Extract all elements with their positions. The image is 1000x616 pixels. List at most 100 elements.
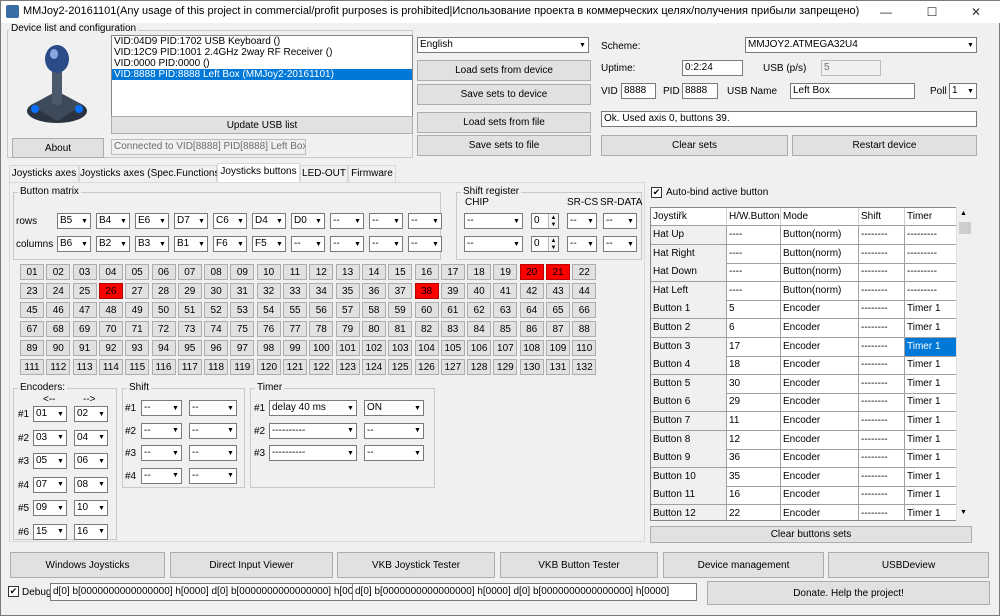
column-header-joystick[interactable]: Joystiřk xyxy=(651,208,727,226)
chip-select-2[interactable]: -- ▼ xyxy=(464,236,523,252)
timer-state-select[interactable]: -- ▼ xyxy=(364,445,424,461)
auto-bind-checkbox[interactable]: ✔ xyxy=(651,187,662,198)
chip-count-stepper-1[interactable]: 0 ▲ ▼ xyxy=(531,213,559,229)
table-cell[interactable]: ---- xyxy=(727,244,781,264)
table-cell[interactable]: --------- xyxy=(905,244,957,264)
table-cell[interactable]: 29 xyxy=(727,393,781,413)
matrix-column-select[interactable]: -- ▼ xyxy=(369,236,403,252)
encoder-a-select[interactable]: 09 ▼ xyxy=(33,500,67,516)
device-list-item[interactable]: VID:04D9 PID:1702 USB Keyboard () xyxy=(112,36,412,47)
table-cell[interactable]: 5 xyxy=(727,300,781,320)
shift-b-select[interactable]: -- ▼ xyxy=(189,422,237,439)
table-cell[interactable]: -------- xyxy=(859,226,905,245)
table-row-header[interactable]: Button 5 xyxy=(651,374,727,394)
table-cell[interactable]: -------- xyxy=(859,319,905,338)
save-sets-to-device-button[interactable]: Save sets to device xyxy=(417,84,591,105)
shift-b-select[interactable]: -- ▼ xyxy=(189,445,237,461)
matrix-row-select[interactable]: D4 ▼ xyxy=(252,213,286,229)
tab-led-out[interactable]: LED-OUT xyxy=(300,165,348,182)
sr-data-select-2[interactable]: -- ▼ xyxy=(603,236,637,252)
scrollbar-thumb[interactable] xyxy=(959,222,971,234)
table-cell[interactable]: Encoder xyxy=(781,430,859,450)
device-list-item[interactable]: VID:12C9 PID:1001 2.4GHz 2way RF Receive… xyxy=(112,47,412,58)
table-cell[interactable]: -------- xyxy=(859,337,905,357)
sr-cs-select-2[interactable]: -- ▼ xyxy=(567,236,597,252)
table-cell[interactable]: Timer 1 xyxy=(905,319,957,338)
encoder-b-select[interactable]: 08 ▼ xyxy=(74,476,108,493)
table-cell[interactable]: Timer 1 xyxy=(905,337,957,357)
shift-b-select[interactable]: -- ▼ xyxy=(189,467,237,484)
encoder-a-select[interactable]: 01 ▼ xyxy=(33,406,67,422)
matrix-column-select[interactable]: B2 ▼ xyxy=(96,236,130,252)
table-cell[interactable]: ---- xyxy=(727,281,781,301)
sr-cs-select-1[interactable]: -- ▼ xyxy=(567,213,597,229)
table-cell[interactable]: 30 xyxy=(727,374,781,394)
table-cell[interactable]: Encoder xyxy=(781,374,859,394)
matrix-row-select[interactable]: D7 ▼ xyxy=(174,213,208,229)
matrix-row-select[interactable]: -- ▼ xyxy=(330,213,364,229)
arrow-down-icon[interactable]: ▼ xyxy=(548,221,558,228)
table-cell[interactable]: Timer 1 xyxy=(905,449,957,469)
shift-a-select[interactable]: -- ▼ xyxy=(141,467,182,484)
windows-joysticks-button[interactable]: Windows Joysticks xyxy=(10,552,165,578)
table-cell[interactable]: -------- xyxy=(859,467,905,487)
table-cell[interactable]: 17 xyxy=(727,337,781,357)
table-cell[interactable]: -------- xyxy=(859,486,905,506)
encoder-a-select[interactable]: 15 ▼ xyxy=(33,523,67,540)
table-row-header[interactable]: Hat Right xyxy=(651,244,727,264)
matrix-column-select[interactable]: -- ▼ xyxy=(408,236,442,252)
table-row-header[interactable]: Button 1 xyxy=(651,300,727,320)
table-cell[interactable]: Encoder xyxy=(781,486,859,506)
table-cell[interactable]: -------- xyxy=(859,374,905,394)
timer-delay-select[interactable]: ---------- ▼ xyxy=(269,422,357,439)
table-cell[interactable]: Timer 1 xyxy=(905,486,957,506)
title-bar[interactable]: MMJoy2-20161101(Any usage of this projec… xyxy=(1,1,1000,23)
table-row-header[interactable]: Button 4 xyxy=(651,356,727,376)
table-row-header[interactable]: Button 2 xyxy=(651,319,727,338)
language-select[interactable]: English ▼ xyxy=(417,37,589,53)
scroll-up-icon[interactable]: ▲ xyxy=(960,210,967,217)
arrow-up-icon[interactable]: ▲ xyxy=(548,214,558,221)
table-cell[interactable]: -------- xyxy=(859,281,905,301)
column-header-shift[interactable]: Shift xyxy=(859,208,905,226)
encoder-a-select[interactable]: 07 ▼ xyxy=(33,476,67,493)
shift-a-select[interactable]: -- ▼ xyxy=(141,400,182,416)
close-button[interactable]: ✕ xyxy=(953,1,999,23)
table-cell[interactable]: Encoder xyxy=(781,319,859,338)
vkb-button-tester-button[interactable]: VKB Button Tester xyxy=(500,552,658,578)
table-cell[interactable]: -------- xyxy=(859,505,905,520)
table-cell[interactable]: --------- xyxy=(905,263,957,283)
matrix-row-select[interactable]: B5 ▼ xyxy=(57,213,91,229)
table-cell[interactable]: -------- xyxy=(859,300,905,320)
poll-select[interactable]: 1 ▼ xyxy=(949,83,977,99)
maximize-button[interactable]: ☐ xyxy=(909,1,955,23)
table-cell[interactable]: ---- xyxy=(727,263,781,283)
encoder-b-select[interactable]: 16 ▼ xyxy=(74,523,108,540)
table-cell[interactable]: Timer 1 xyxy=(905,356,957,376)
table-cell[interactable]: -------- xyxy=(859,393,905,413)
donate-button[interactable]: Donate. Help the project! xyxy=(707,581,990,605)
scroll-down-icon[interactable]: ▼ xyxy=(960,509,967,516)
encoder-b-select[interactable]: 02 ▼ xyxy=(74,406,108,422)
chip-select-1[interactable]: -- ▼ xyxy=(464,213,523,229)
vid-field[interactable]: 8888 xyxy=(621,83,656,99)
clear-buttons-sets-button[interactable]: Clear buttons sets xyxy=(650,526,972,543)
table-scrollbar[interactable]: ▲ ▼ xyxy=(956,207,972,521)
table-cell[interactable]: Button(norm) xyxy=(781,244,859,264)
column-header-timer[interactable]: Timer xyxy=(905,208,957,226)
table-cell[interactable]: 36 xyxy=(727,449,781,469)
table-cell[interactable]: -------- xyxy=(859,449,905,469)
restart-device-button[interactable]: Restart device xyxy=(792,135,977,156)
table-cell[interactable]: Encoder xyxy=(781,356,859,376)
table-cell[interactable]: Encoder xyxy=(781,300,859,320)
table-cell[interactable]: Button(norm) xyxy=(781,281,859,301)
save-sets-to-file-button[interactable]: Save sets to file xyxy=(417,135,591,156)
table-row-header[interactable]: Button 8 xyxy=(651,430,727,450)
arrow-down-icon[interactable]: ▼ xyxy=(548,244,558,251)
table-cell[interactable]: 16 xyxy=(727,486,781,506)
matrix-row-select[interactable]: C6 ▼ xyxy=(213,213,247,229)
debug-checkbox[interactable]: ✔ xyxy=(8,586,19,597)
table-cell[interactable]: Encoder xyxy=(781,505,859,520)
matrix-row-select[interactable]: D0 ▼ xyxy=(291,213,325,229)
timer-state-select[interactable]: ON ▼ xyxy=(364,400,424,416)
